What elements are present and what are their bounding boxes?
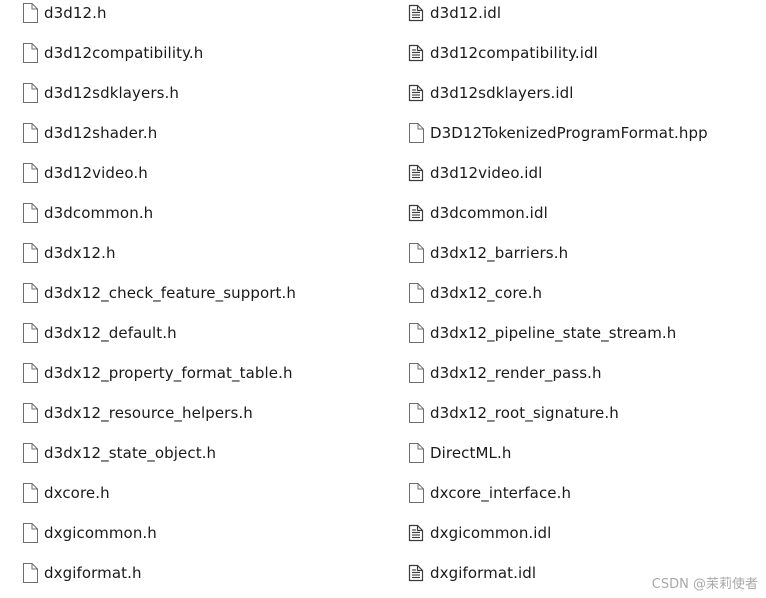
blank-file-icon (22, 443, 38, 463)
file-name: d3dx12_resource_helpers.h (44, 404, 253, 422)
blank-file-icon (408, 283, 424, 303)
file-name: d3dx12_root_signature.h (430, 404, 619, 422)
file-grid: d3d12.h d3d12compatibility.h d3d12sdklayer… (0, 0, 766, 598)
blank-file-icon (408, 483, 424, 503)
blank-file-icon (408, 403, 424, 423)
blank-file-icon (22, 43, 38, 63)
file-name: d3dcommon.h (44, 204, 154, 222)
file-name: d3dx12_check_feature_support.h (44, 284, 296, 302)
file-item[interactable]: d3dx12_barriers.h (408, 238, 568, 268)
blank-file-icon (22, 323, 38, 343)
file-item[interactable]: d3d12.h (22, 0, 107, 28)
file-item[interactable]: d3d12video.idl (408, 158, 542, 188)
file-item[interactable]: d3dx12_render_pass.h (408, 358, 602, 388)
file-name: dxcore_interface.h (430, 484, 572, 502)
file-name: d3dx12_barriers.h (430, 244, 569, 262)
file-name: dxcore.h (44, 484, 110, 502)
file-item[interactable]: dxgicommon.idl (408, 518, 551, 548)
file-item[interactable]: d3dx12_default.h (22, 318, 177, 348)
file-name: d3d12.idl (430, 4, 502, 22)
blank-file-icon (22, 83, 38, 103)
file-name: d3dx12.h (44, 244, 116, 262)
file-item[interactable]: d3dx12_check_feature_support.h (22, 278, 296, 308)
blank-file-icon (408, 243, 424, 263)
file-item[interactable]: d3dx12_property_format_table.h (22, 358, 293, 388)
text-file-icon (408, 163, 424, 183)
file-item[interactable]: dxcore.h (22, 478, 110, 508)
file-name: d3dx12_state_object.h (44, 444, 217, 462)
blank-file-icon (22, 523, 38, 543)
file-item[interactable]: dxgiformat.h (22, 558, 142, 588)
file-name: d3d12shader.h (44, 124, 158, 142)
blank-file-icon (408, 363, 424, 383)
blank-file-icon (22, 363, 38, 383)
file-name: d3dx12_core.h (430, 284, 543, 302)
text-file-icon (408, 203, 424, 223)
file-name: dxgicommon.h (44, 524, 157, 542)
text-file-icon (408, 3, 424, 23)
blank-file-icon (22, 3, 38, 23)
file-item[interactable]: d3d12compatibility.h (22, 38, 203, 68)
blank-file-icon (408, 123, 424, 143)
file-item[interactable]: dxgiformat.idl (408, 558, 536, 588)
file-name: d3dx12_default.h (44, 324, 177, 342)
file-name: d3d12sdklayers.h (44, 84, 180, 102)
file-item[interactable]: d3dx12_core.h (408, 278, 542, 308)
file-item[interactable]: dxcore_interface.h (408, 478, 571, 508)
file-item[interactable]: dxgicommon.h (22, 518, 157, 548)
blank-file-icon (22, 243, 38, 263)
file-name: d3dx12_pipeline_state_stream.h (430, 324, 677, 342)
file-item[interactable]: d3d12sdklayers.h (22, 78, 179, 108)
file-item[interactable]: d3d12compatibility.idl (408, 38, 598, 68)
csdn-watermark: CSDN @茉莉使者 (651, 577, 758, 592)
blank-file-icon (408, 323, 424, 343)
file-item[interactable]: DirectML.h (408, 438, 512, 468)
file-item[interactable]: d3d12shader.h (22, 118, 157, 148)
file-item[interactable]: d3dcommon.h (22, 198, 153, 228)
file-item[interactable]: d3d12sdklayers.idl (408, 78, 574, 108)
text-file-icon (408, 523, 424, 543)
file-name: dxgiformat.idl (430, 564, 537, 582)
file-item[interactable]: D3D12TokenizedProgramFormat.hpp (408, 118, 708, 148)
blank-file-icon (22, 283, 38, 303)
file-name: DirectML.h (430, 444, 512, 462)
file-name: d3d12compatibility.h (44, 44, 204, 62)
file-name: D3D12TokenizedProgramFormat.hpp (430, 124, 708, 142)
blank-file-icon (22, 403, 38, 423)
file-item[interactable]: d3dx12_pipeline_state_stream.h (408, 318, 676, 348)
text-file-icon (408, 83, 424, 103)
blank-file-icon (22, 203, 38, 223)
blank-file-icon (22, 163, 38, 183)
text-file-icon (408, 563, 424, 583)
blank-file-icon (408, 443, 424, 463)
file-name: d3dx12_render_pass.h (430, 364, 602, 382)
file-item[interactable]: d3dx12_state_object.h (22, 438, 216, 468)
file-name: dxgiformat.h (44, 564, 142, 582)
blank-file-icon (22, 563, 38, 583)
blank-file-icon (22, 483, 38, 503)
file-item[interactable]: d3d12video.h (22, 158, 148, 188)
file-item[interactable]: d3dx12_root_signature.h (408, 398, 619, 428)
file-item[interactable]: d3dx12_resource_helpers.h (22, 398, 253, 428)
file-item[interactable]: d3dcommon.idl (408, 198, 548, 228)
file-name: d3dx12_property_format_table.h (44, 364, 293, 382)
file-name: d3d12sdklayers.idl (430, 84, 574, 102)
file-name: d3dcommon.idl (430, 204, 548, 222)
file-name: dxgicommon.idl (430, 524, 552, 542)
file-item[interactable]: d3d12.idl (408, 0, 501, 28)
file-name: d3d12.h (44, 4, 107, 22)
blank-file-icon (22, 123, 38, 143)
file-name: d3d12video.idl (430, 164, 543, 182)
file-item[interactable]: d3dx12.h (22, 238, 116, 268)
text-file-icon (408, 43, 424, 63)
file-name: d3d12video.h (44, 164, 148, 182)
file-name: d3d12compatibility.idl (430, 44, 598, 62)
